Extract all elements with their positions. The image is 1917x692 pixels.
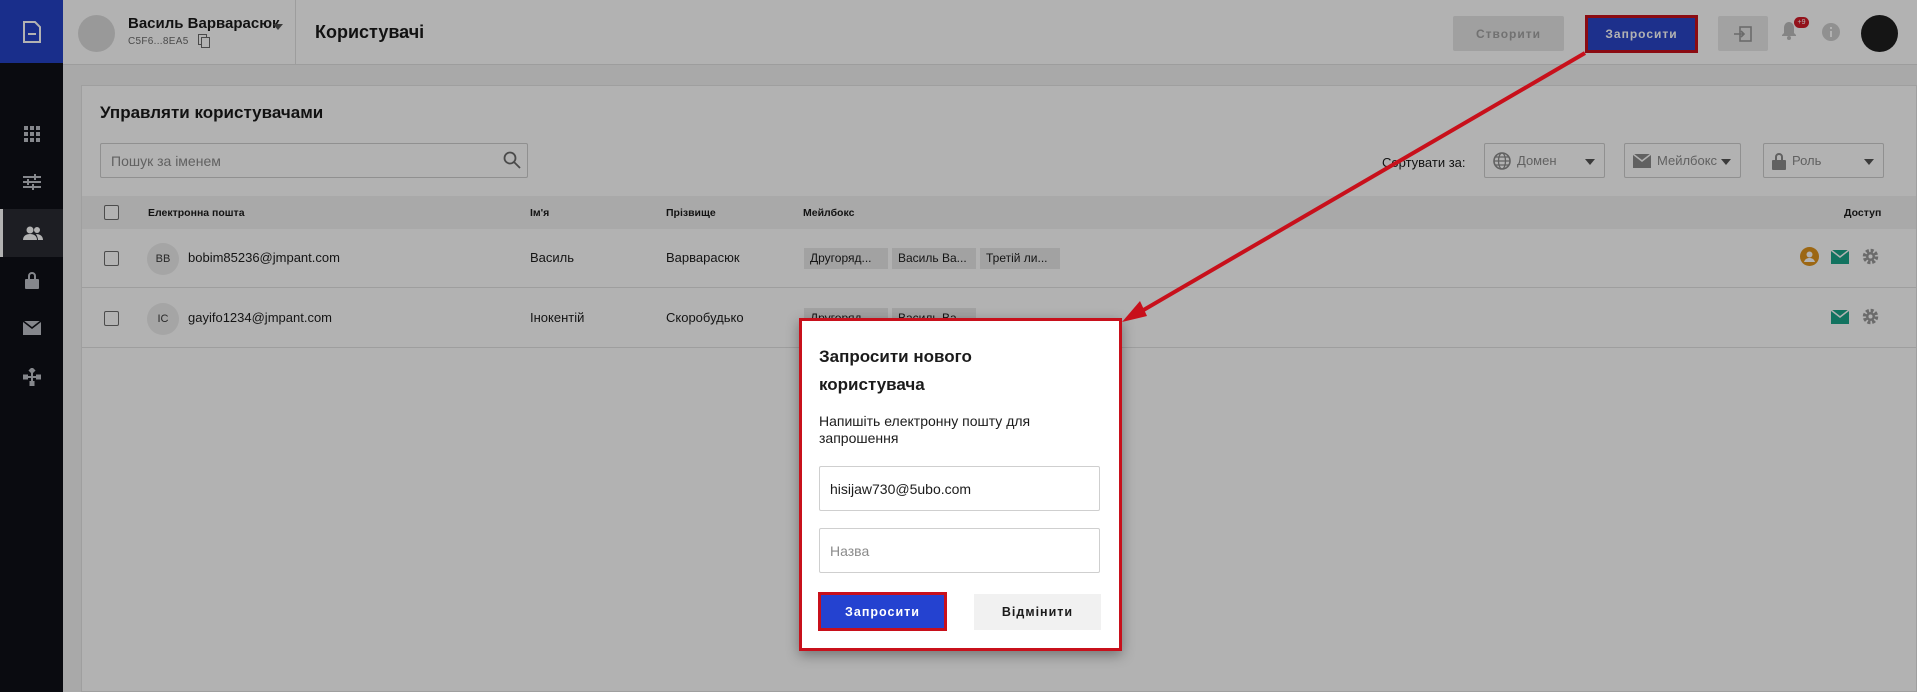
submit-invite-button[interactable]: Запросити xyxy=(818,592,947,631)
email-field[interactable] xyxy=(819,466,1100,511)
cancel-button[interactable]: Відмінити xyxy=(974,594,1101,630)
invite-dialog: Запросити нового користувача Напишіть ел… xyxy=(799,318,1122,651)
name-field[interactable] xyxy=(819,528,1100,573)
dialog-title: Запросити нового користувача xyxy=(819,347,972,394)
dialog-description: Напишіть електронну пошту для запрошення xyxy=(819,413,1031,446)
